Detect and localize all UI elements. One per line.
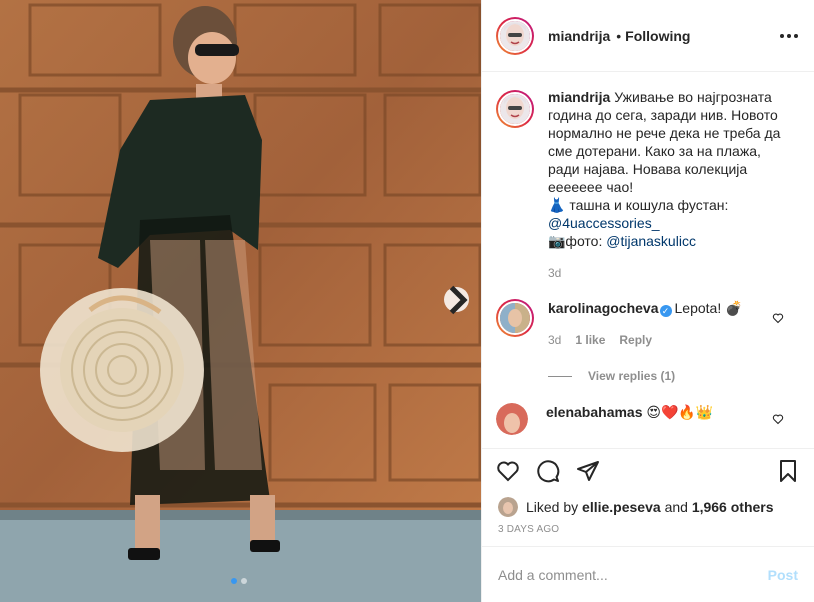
more-horizontal-icon <box>780 33 798 38</box>
paper-plane-icon[interactable] <box>576 459 600 483</box>
post-date[interactable]: 3 DAYS AGO <box>482 518 814 546</box>
likes-prefix: Liked by <box>526 499 579 515</box>
reply-button[interactable]: Reply <box>619 331 652 349</box>
post-header: miandrija • Following <box>482 0 814 72</box>
comment-icon[interactable] <box>536 459 560 483</box>
caption-avatar[interactable] <box>496 90 534 128</box>
likes-summary: Liked by ellie.peseva and 1,966 others <box>482 492 814 518</box>
verified-badge-icon: ✓ <box>659 305 672 317</box>
carousel-dot-2[interactable] <box>241 578 247 584</box>
comment-like-heart-icon[interactable] <box>772 312 784 324</box>
author-username[interactable]: miandrija <box>548 28 610 44</box>
commenter-username[interactable]: elenabahamas <box>546 404 643 420</box>
comment-likes[interactable]: 1 like <box>575 331 605 349</box>
likes-others-link[interactable]: 1,966 others <box>692 499 774 515</box>
commenter-username[interactable]: karolinagocheva <box>548 300 659 316</box>
caption-avatar-image <box>500 94 530 124</box>
author-avatar[interactable] <box>496 16 534 55</box>
caption-body: miandrija Уживање во најгрозната година д… <box>548 88 790 282</box>
liker-avatar-image <box>498 497 518 517</box>
view-replies-button[interactable]: View replies (1) <box>548 369 798 383</box>
header-separator: • <box>616 27 622 44</box>
caption-username[interactable]: miandrija <box>548 89 610 105</box>
comment-body: elenabahamas 😍❤️🔥👑 <box>546 403 766 435</box>
commenter-avatar-image <box>496 403 528 435</box>
comment-item: karolinagocheva ✓ Lepota! 💣 3d 1 like Repl… <box>496 299 798 349</box>
photo-image <box>0 0 481 602</box>
add-comment-bar: Post <box>482 546 814 602</box>
commenter-avatar[interactable] <box>496 299 534 337</box>
caption-bag-line: 👗 ташна и кошула фустан: <box>548 197 729 213</box>
view-replies-label: View replies (1) <box>588 369 676 383</box>
liker-username[interactable]: ellie.peseva <box>582 499 661 515</box>
comments-section: miandrija Уживање во најгрозната година д… <box>482 72 814 448</box>
comment-item: elenabahamas 😍❤️🔥👑 <box>496 403 798 435</box>
following-button[interactable]: Following <box>625 28 690 44</box>
caption-time[interactable]: 3d <box>548 264 790 282</box>
liker-avatar[interactable] <box>498 497 518 517</box>
comment-time[interactable]: 3d <box>548 331 561 349</box>
commenter-avatar-image <box>500 303 530 333</box>
post-comment-button[interactable]: Post <box>768 567 798 583</box>
comment-meta: 3d 1 like Reply <box>548 331 768 349</box>
commenter-avatar[interactable] <box>496 403 528 435</box>
chevron-right-icon <box>449 285 468 314</box>
post-side-panel: miandrija • Following miandrija Уживање … <box>481 0 814 602</box>
comment-text: Lepota! 💣 <box>674 300 743 316</box>
bookmark-icon[interactable] <box>776 459 800 483</box>
author-avatar-image <box>500 20 530 51</box>
more-options-button[interactable] <box>780 33 798 38</box>
carousel-dots <box>231 578 247 584</box>
comment-body: karolinagocheva ✓ Lepota! 💣 3d 1 like Repl… <box>548 299 768 349</box>
comment-like-heart-icon[interactable] <box>772 413 784 425</box>
replies-divider <box>548 375 572 377</box>
mention-link[interactable]: @tijanaskulicc <box>606 233 696 249</box>
heart-icon[interactable] <box>496 459 520 483</box>
carousel-dot-1[interactable] <box>231 578 237 584</box>
post-actions <box>482 448 814 492</box>
add-comment-input[interactable] <box>498 566 768 583</box>
caption-photo-line: 📷фото: <box>548 233 603 249</box>
post-photo[interactable] <box>0 0 481 602</box>
caption: miandrija Уживање во најгрозната година д… <box>496 88 798 282</box>
mention-link[interactable]: @4uaccessories_ <box>548 215 660 231</box>
likes-and: and <box>664 499 688 515</box>
next-slide-button[interactable] <box>444 285 469 314</box>
comment-text: 😍❤️🔥👑 <box>646 404 714 420</box>
